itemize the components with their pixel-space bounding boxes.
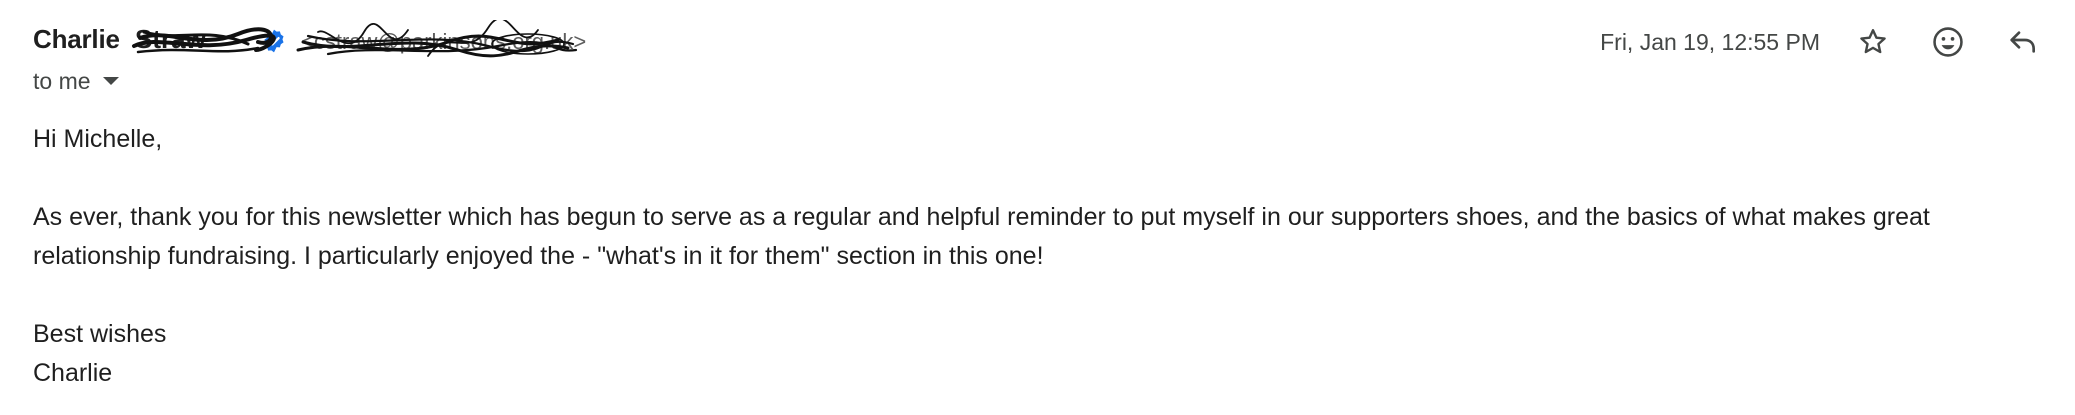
recipient-label: to me bbox=[33, 67, 91, 94]
emoji-icon bbox=[1933, 27, 1963, 57]
paragraph-line: As ever, thank you for this newsletter w… bbox=[33, 203, 1930, 231]
sender-name[interactable]: Charlie bbox=[33, 24, 120, 55]
email-header: Charlie Straw <cstraw@parkinsons.org.uk> bbox=[33, 18, 2043, 66]
message-body: Hi Michelle, As ever, thank you for this… bbox=[33, 120, 2043, 393]
star-button[interactable] bbox=[1853, 22, 1893, 62]
message-date: Fri, Jan 19, 12:55 PM bbox=[1600, 29, 1820, 55]
star-icon bbox=[1860, 29, 1886, 54]
reply-icon bbox=[2010, 31, 2035, 53]
sender-email-redacted: <cstraw@parkinsons.org.uk> bbox=[301, 29, 587, 54]
paragraph-line: relationship fundraising. I particularly… bbox=[33, 242, 1044, 270]
chevron-down-icon bbox=[102, 77, 119, 85]
signature: Charlie bbox=[33, 359, 113, 387]
recipient-details-toggle[interactable]: to me bbox=[33, 66, 119, 96]
email-message: Charlie Straw <cstraw@parkinsons.org.uk> bbox=[33, 0, 2043, 415]
sender-surname-redacted: Straw bbox=[135, 24, 206, 54]
verified-badge-icon bbox=[264, 29, 284, 53]
reply-button[interactable] bbox=[2003, 22, 2043, 62]
add-reaction-button[interactable] bbox=[1928, 22, 1968, 62]
signoff: Best wishes bbox=[33, 320, 167, 348]
greeting: Hi Michelle, bbox=[33, 125, 163, 153]
